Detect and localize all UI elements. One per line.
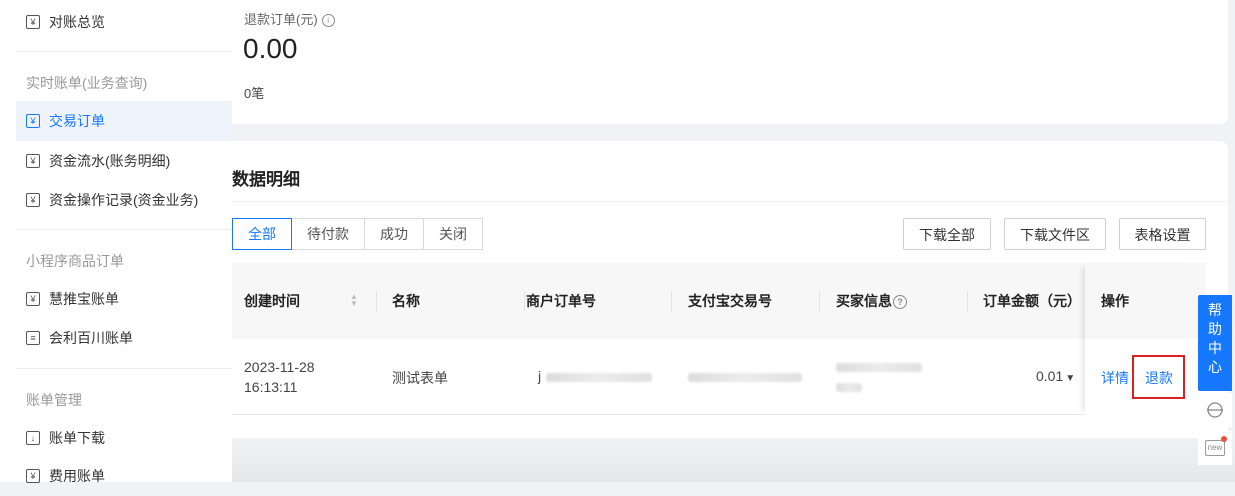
bill-icon: ¥ [26,15,40,29]
col-ops: 操作 [1101,293,1129,309]
group-title-manage: 账单管理 [26,392,82,408]
divider [376,291,377,311]
service-tool-button[interactable] [1198,393,1232,427]
col-buyer: 买家信息? [836,263,907,339]
tab-closed[interactable]: 关闭 [423,218,483,250]
tab-pending[interactable]: 待付款 [291,218,365,250]
sidebar-item-label: 资金操作记录(资金业务) [49,192,199,208]
divider [819,291,820,311]
section-title: 数据明细 [232,170,300,189]
divider [967,291,968,311]
yuan-icon: ¥ [26,292,40,306]
sidebar-item-fund-ops[interactable]: ¥ 资金操作记录(资金业务) [16,180,232,220]
sidebar-item-label: 交易订单 [49,113,105,129]
divider [232,201,1228,202]
help-char: 帮 [1208,302,1222,318]
table-header: 创建时间 ▲ ▼ 名称 商户订单号 支付宝交易号 买家信息? 订单金额（元） [232,263,1206,339]
sidebar-item-bill-download[interactable]: ↓ 账单下载 [16,418,232,458]
divider [16,51,232,52]
details-card: 数据明细 全部 待付款 成功 关闭 下载全部 下载文件区 表格设置 创建时间 ▲… [232,141,1228,438]
divider [524,291,525,311]
sidebar-item-overview[interactable]: ¥ 对账总览 [16,2,232,42]
download-folder-button[interactable]: 下载文件区 [1004,218,1106,250]
caret-down-icon[interactable]: ▼ [1065,373,1075,384]
tab-success[interactable]: 成功 [364,218,424,250]
sidebar: ¥ 对账总览 实时账单(业务查询) ¥ 交易订单 ¥ 资金流水(账务明细) ¥ … [0,0,232,484]
redacted-merchant-order [546,373,652,382]
cell-merchant-order: j [538,368,542,384]
page-bottom [232,438,1235,482]
help-icon[interactable]: ? [893,295,907,309]
summary-label-row: 退款订单(元) i [244,9,335,28]
divider [232,414,1206,415]
yuan-icon: ¥ [26,154,40,168]
sidebar-item-label: 账单下载 [49,430,105,446]
redacted-buyer-account [836,383,862,392]
summary-amount: 0.00 [243,33,298,64]
refund-highlight-box [1132,355,1185,399]
detail-link[interactable]: 详情 [1101,368,1129,388]
download-all-button[interactable]: 下载全部 [903,218,991,250]
sidebar-item-label: 费用账单 [49,468,105,484]
sort-icon[interactable]: ▲ ▼ [350,293,360,309]
col-name: 名称 [392,293,420,309]
sidebar-item-huituibao[interactable]: ¥ 慧推宝账单 [16,279,232,319]
sidebar-item-fund-flow[interactable]: ¥ 资金流水(账务明细) [16,141,232,181]
document-icon: ≡ [26,331,40,345]
summary-count: 0笔 [244,86,265,101]
headset-icon [1207,402,1223,418]
help-char: 中 [1208,340,1222,356]
sidebar-item-huili[interactable]: ≡ 会利百川账单 [16,318,232,358]
sidebar-item-fee-bill[interactable]: ¥ 费用账单 [16,456,232,496]
status-tabs: 全部 待付款 成功 关闭 [232,218,483,250]
cell-created: 2023-11-28 16:13:11 [244,357,315,397]
table-settings-button[interactable]: 表格设置 [1119,218,1206,250]
notification-dot [1221,436,1227,442]
col-alipay-trade: 支付宝交易号 [688,293,772,309]
yuan-icon: ¥ [26,469,40,483]
cell-amount[interactable]: 0.01 ▼ [1036,368,1075,384]
sidebar-item-label: 资金流水(账务明细) [49,153,171,169]
help-char: 心 [1208,359,1222,375]
help-char: 助 [1208,321,1222,337]
divider [16,229,232,230]
ops-column: 操作 详情 退款 [1085,263,1206,415]
amount-value: 0.01 [1036,368,1064,384]
download-icon: ↓ [26,431,40,445]
col-created[interactable]: 创建时间 [244,263,300,339]
divider [16,368,232,369]
summary-card: 退款订单(元) i 0.00 0笔 [232,0,1228,124]
new-feature-button[interactable]: new [1198,431,1232,465]
cell-name: 测试表单 [392,370,448,386]
redacted-alipay-trade [688,373,802,382]
group-title-realtime: 实时账单(业务查询) [26,75,148,91]
divider [671,291,672,311]
col-amount: 订单金额（元） [983,293,1081,309]
sidebar-item-label: 会利百川账单 [49,330,133,346]
sidebar-item-label: 慧推宝账单 [49,291,119,307]
yuan-icon: ¥ [26,114,40,128]
new-icon: new [1205,440,1225,456]
help-center-button[interactable]: 帮 助 中 心 [1198,295,1232,391]
summary-label: 退款订单(元) [244,12,318,27]
sidebar-item-label: 对账总览 [49,14,105,30]
info-icon[interactable]: i [321,14,335,27]
group-title-mini: 小程序商品订单 [26,253,124,269]
created-time: 16:13:11 [244,379,298,395]
created-date: 2023-11-28 [244,359,315,375]
tab-all[interactable]: 全部 [232,218,292,250]
yuan-icon: ¥ [26,193,40,207]
col-merchant-order: 商户订单号 [526,293,596,309]
sidebar-item-trade-orders[interactable]: ¥ 交易订单 [16,101,232,141]
redacted-buyer-name [836,363,922,372]
col-buyer-label: 买家信息 [836,293,892,309]
